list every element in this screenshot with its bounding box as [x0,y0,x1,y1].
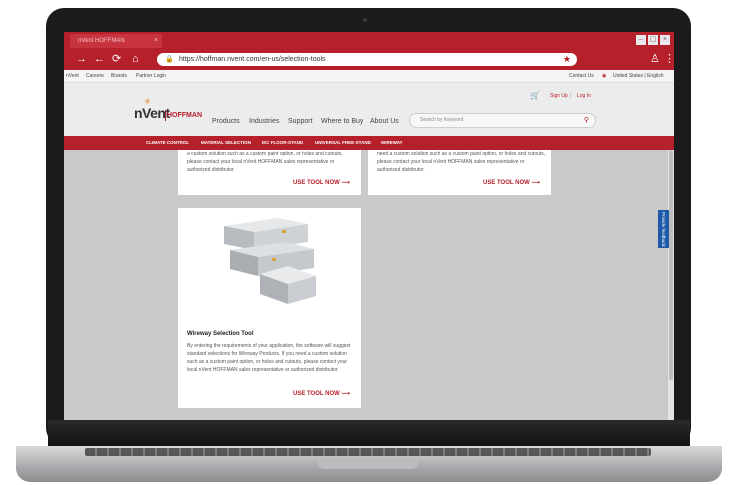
scrollbar-thumb[interactable] [669,150,673,380]
address-bar[interactable]: 🔒 https://hoffman.nvent.com/en-us/select… [157,53,577,66]
link-divider: | [570,93,572,99]
util-link-nvent[interactable]: nVent [66,70,79,82]
category-wireway[interactable]: WIREWAY [381,136,403,150]
util-link-partner-login[interactable]: Partner Login [136,70,166,82]
logo-hoffman[interactable]: HOFFMAN [167,112,202,119]
utility-bar: nVent Careers Brands Partner Login Conta… [64,70,674,83]
card-description: need a custom solution such as a custom … [377,151,546,173]
bookmark-star-icon[interactable]: ★ [563,53,571,66]
search-icon[interactable]: ⚲ [584,114,589,127]
camera-icon [363,18,367,22]
util-link-careers[interactable]: Careers [86,70,104,82]
provide-feedback-button[interactable]: Provide feedback [658,210,669,248]
lock-icon: 🔒 [165,56,174,63]
cart-icon[interactable]: 🛒 [530,91,540,100]
use-tool-now-link[interactable]: USE TOOL NOW ⟶ [293,179,350,186]
menu-icon[interactable]: ⋮ [664,52,674,66]
profile-icon[interactable]: ♙ [650,52,660,66]
content-area: a custom solution such as a custom paint… [64,150,674,420]
forward-icon[interactable]: → [76,52,87,66]
page-scrollbar[interactable] [668,150,674,420]
screen: nVent HOFFMAN × – ▢ × → ← ⟳ ⌂ ♙ ⋮ 🔒 http… [64,32,674,420]
card-description: By entering the requirements of your app… [187,343,351,373]
region-selector[interactable]: United States | English [613,70,664,82]
sign-up-link[interactable]: Sign Up [550,93,568,99]
home-icon[interactable]: ⌂ [132,52,139,66]
category-bar: CLIMATE CONTROL MATERIAL SELECTION IEC F… [64,136,674,150]
search-placeholder: Search by Keyword [420,117,464,123]
logo-divider [165,110,166,121]
nav-where-to-buy[interactable]: Where to Buy [321,118,363,125]
log-in-link[interactable]: Log In [577,93,591,99]
laptop-hinge [48,420,690,448]
category-climate-control[interactable]: CLIMATE CONTROL [146,136,189,150]
globe-icon: ◉ [602,73,607,79]
reload-icon[interactable]: ⟳ [112,52,121,66]
laptop-notch [318,460,418,469]
category-universal-free-stand[interactable]: UNIVERSAL FREE-STAND [315,136,371,150]
tab-bar: nVent HOFFMAN × – ▢ × [64,32,674,48]
tool-card: need a custom solution such as a custom … [368,150,551,195]
use-tool-now-link[interactable]: USE TOOL NOW ⟶ [483,179,540,186]
nav-support[interactable]: Support [288,118,313,125]
close-icon[interactable]: × [154,34,158,48]
card-description: a custom solution such as a custom paint… [187,151,343,173]
search-input[interactable]: Search by Keyword ⚲ [409,113,596,128]
util-link-brands[interactable]: Brands [111,70,127,82]
category-material-selection[interactable]: MATERIAL SELECTION [201,136,251,150]
nav-industries[interactable]: Industries [249,118,279,125]
minimize-icon[interactable]: – [636,35,646,45]
maximize-icon[interactable]: ▢ [648,35,658,45]
wireway-product-image [224,218,316,304]
keyboard [85,448,651,456]
contact-link[interactable]: Contact Us [569,70,594,82]
tab-title: nVent HOFFMAN [78,38,125,44]
use-tool-now-link[interactable]: USE TOOL NOW ⟶ [293,390,350,397]
tool-card: a custom solution such as a custom paint… [178,150,361,195]
wireway-card: Wireway Selection Tool By entering the r… [178,208,361,408]
card-title: Wireway Selection Tool [187,331,254,337]
back-icon[interactable]: ← [94,52,105,66]
url-text: https://hoffman.nvent.com/en-us/selectio… [179,56,326,63]
browser-tab[interactable]: nVent HOFFMAN × [70,34,162,48]
nav-about-us[interactable]: About Us [370,118,399,125]
window-close-icon[interactable]: × [660,35,670,45]
category-iec-floor-stand[interactable]: IEC FLOOR-STAND [262,136,303,150]
nav-products[interactable]: Products [212,118,240,125]
site-header: 🛒 Sign Up | Log In ✳ nVent HOFFMAN Produ… [64,83,674,136]
